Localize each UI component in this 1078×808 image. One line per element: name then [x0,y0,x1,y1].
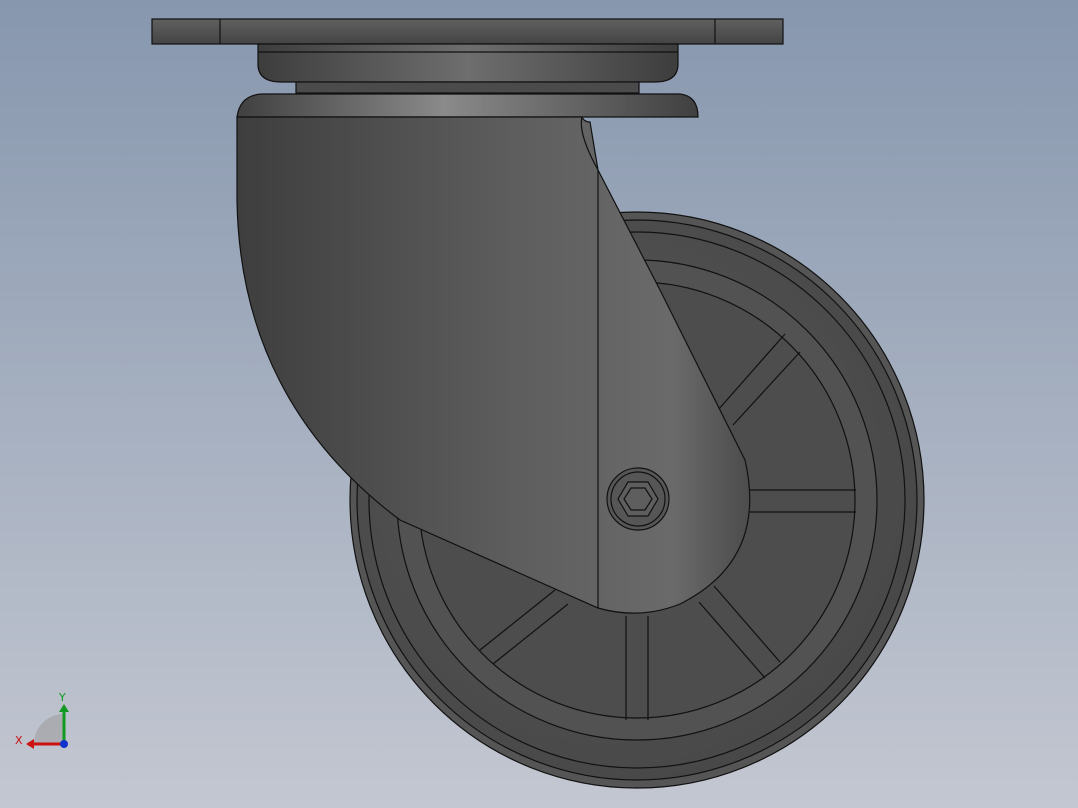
triad-x-label: X [15,734,23,747]
swivel-neck [295,81,640,94]
swivel-housing [257,43,679,83]
model-view-canvas[interactable]: Y X [0,0,1078,808]
swivel-bearing[interactable] [236,43,699,118]
mounting-plate-body [151,18,784,45]
swivel-ring [236,93,699,118]
triad-y-label: Y [58,691,66,704]
triad-z-axis [60,740,68,748]
top-mounting-plate[interactable] [151,18,784,45]
graphics-viewport[interactable]: Y X [0,0,1078,808]
axle-bolt[interactable] [606,467,670,531]
